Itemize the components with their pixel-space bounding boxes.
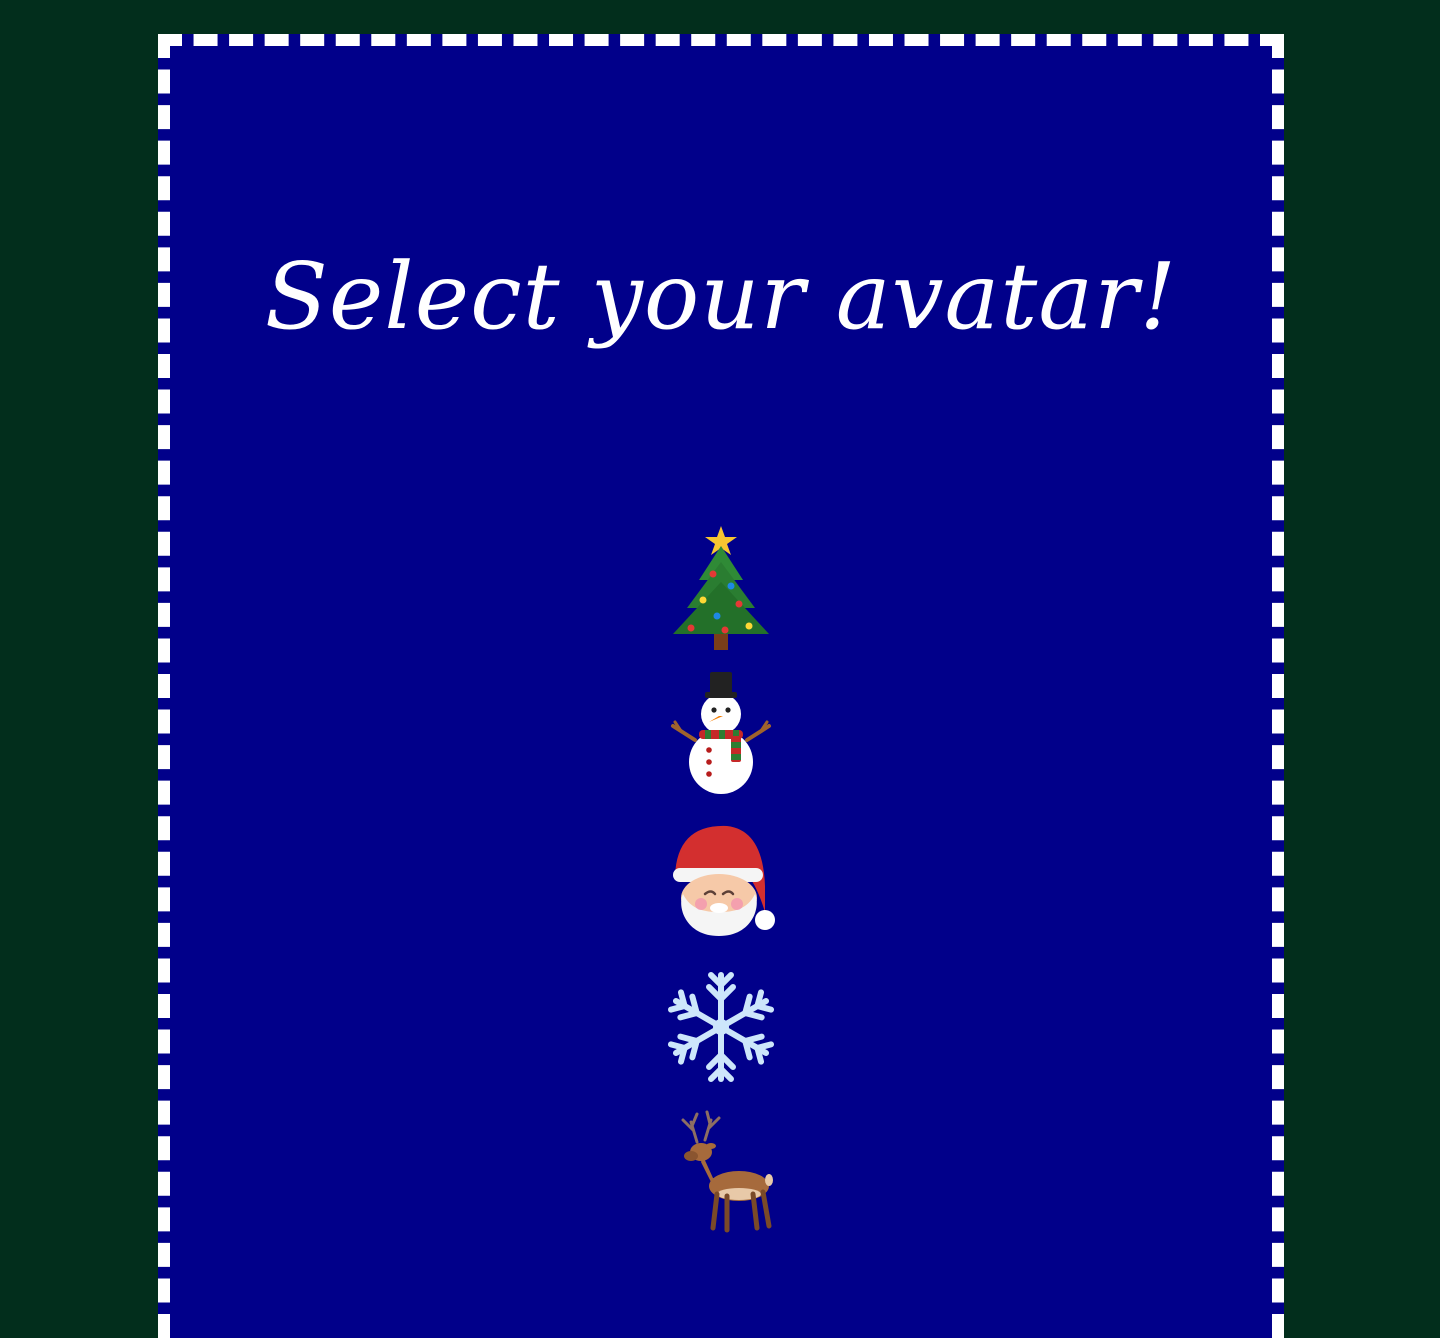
deer-icon [681, 1110, 773, 1233]
avatar-option-deer[interactable] [656, 1100, 786, 1246]
avatar-option-snowflake[interactable] [656, 954, 786, 1100]
avatar-option-snowman[interactable] [656, 662, 786, 808]
christmas-tree-icon [673, 526, 769, 650]
avatar-list [170, 516, 1272, 1246]
avatar-option-santa[interactable] [656, 808, 786, 954]
avatar-option-christmas-tree[interactable] [656, 516, 786, 662]
snowman-icon [671, 672, 771, 794]
santa-icon [673, 825, 775, 936]
snowflake-icon [667, 972, 775, 1082]
avatar-panel: Select your avatar! [158, 34, 1284, 1338]
page-title: Select your avatar! [264, 243, 1178, 350]
